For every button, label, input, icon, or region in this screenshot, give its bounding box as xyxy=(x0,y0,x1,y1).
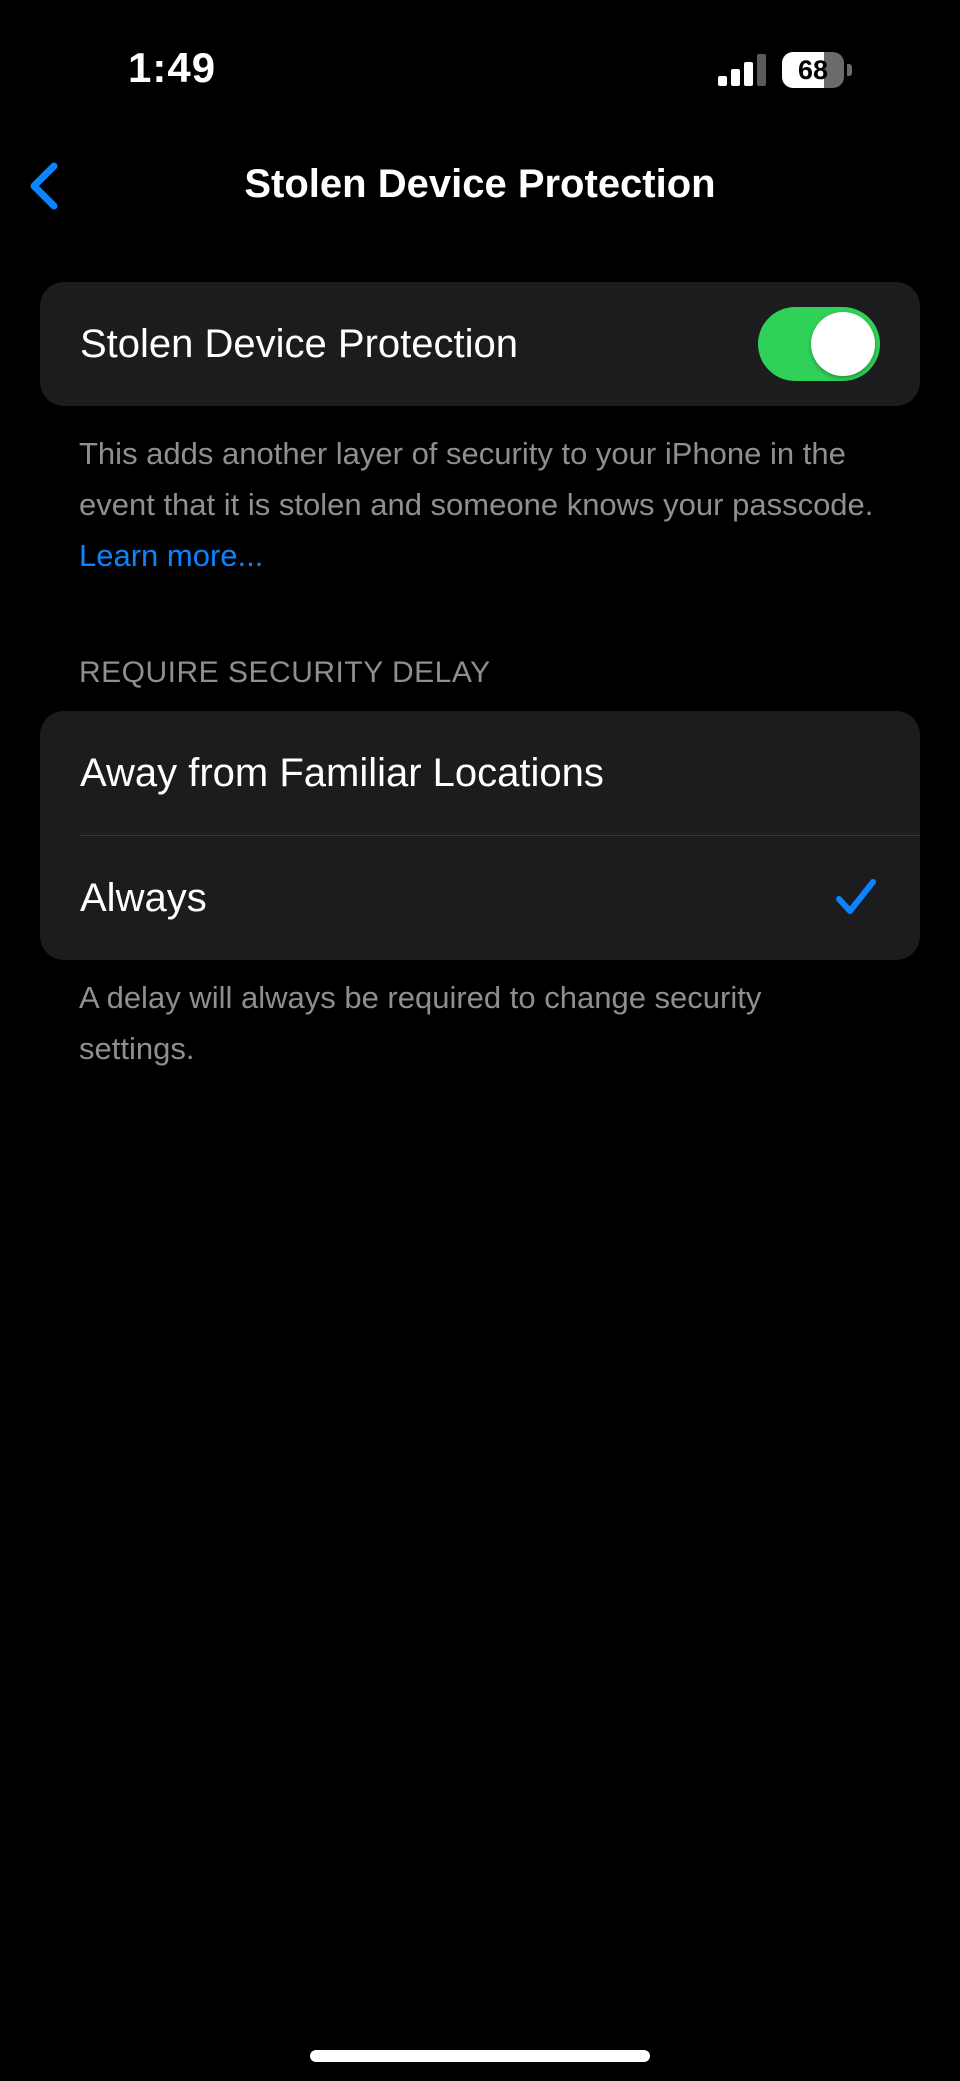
protection-toggle-label: Stolen Device Protection xyxy=(80,321,519,366)
checkmark-icon xyxy=(836,879,876,914)
toggle-knob xyxy=(811,312,875,376)
battery-icon: 68 xyxy=(782,52,854,88)
status-time: 1:49 xyxy=(128,44,217,91)
option-label: Always xyxy=(80,875,207,920)
protection-group: Stolen Device Protection xyxy=(40,282,920,406)
option-always[interactable]: Always xyxy=(40,836,920,960)
battery-cap xyxy=(847,64,852,76)
cellular-signal-icon xyxy=(718,54,766,86)
home-indicator[interactable] xyxy=(310,2050,650,2062)
chevron-left-icon xyxy=(30,162,58,210)
security-delay-header: REQUIRE SECURITY DELAY xyxy=(79,656,491,689)
protection-toggle-row: Stolen Device Protection xyxy=(40,282,920,406)
security-delay-group: Away from Familiar Locations Always xyxy=(40,711,920,960)
protection-description-text: This adds another layer of security to y… xyxy=(79,436,874,522)
battery-body: 68 xyxy=(782,52,844,88)
option-label: Away from Familiar Locations xyxy=(80,750,604,795)
learn-more-link[interactable]: Learn more... xyxy=(79,538,263,573)
back-button[interactable] xyxy=(14,154,74,218)
protection-description: This adds another layer of security to y… xyxy=(79,428,899,581)
protection-toggle[interactable] xyxy=(758,307,880,381)
navigation-bar: Stolen Device Protection xyxy=(0,140,960,230)
page-title: Stolen Device Protection xyxy=(244,162,716,206)
battery-level: 68 xyxy=(797,54,829,85)
option-away-from-familiar-locations[interactable]: Away from Familiar Locations xyxy=(40,711,920,835)
security-delay-footer: A delay will always be required to chang… xyxy=(79,980,762,1066)
status-bar: 1:49 68 xyxy=(0,0,960,140)
